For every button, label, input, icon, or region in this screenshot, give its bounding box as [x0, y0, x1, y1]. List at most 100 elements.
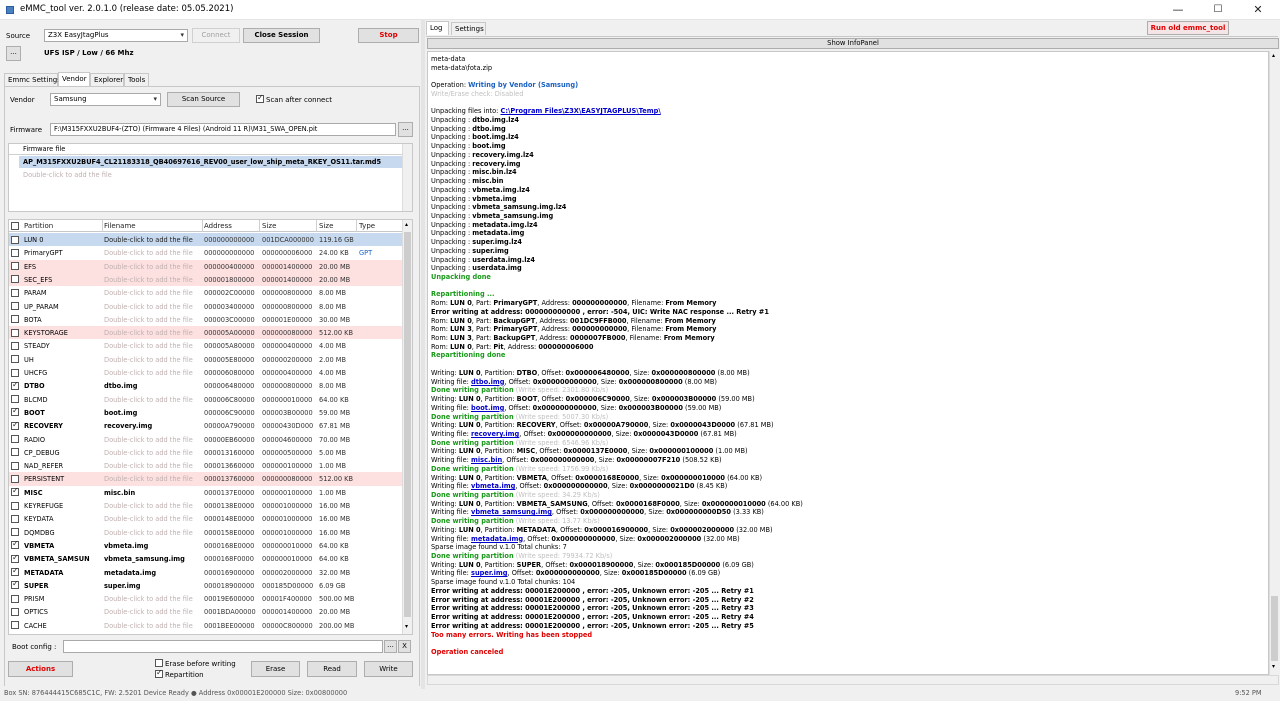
partition-checkbox[interactable]: [11, 474, 19, 483]
partition-filename[interactable]: super.img: [104, 582, 140, 590]
scroll-up-icon[interactable]: ▴: [405, 221, 408, 228]
partition-row[interactable]: BOTA Double-click to add the file 000003C0…: [9, 313, 402, 326]
partition-filename[interactable]: Double-click to add the file: [104, 303, 193, 311]
partition-filename[interactable]: Double-click to add the file: [104, 515, 193, 523]
run-old-emmc-tool-button[interactable]: Run old emmc_tool: [1147, 21, 1229, 35]
partition-row[interactable]: NAD_REFER Double-click to add the file 000…: [9, 459, 402, 472]
partition-row[interactable]: PARAM Double-click to add the file 000002C…: [9, 286, 402, 299]
partition-row[interactable]: PERSISTENT Double-click to add the file 00…: [9, 472, 402, 486]
stop-button[interactable]: Stop: [358, 28, 419, 43]
partition-row[interactable]: METADATA metadata.img 000016900000 00000200…: [9, 566, 402, 579]
vendor-select[interactable]: Samsung ▾: [50, 93, 161, 106]
partition-checkbox[interactable]: [11, 235, 19, 244]
partition-row[interactable]: DTBO dtbo.img 000006480000 000000800000 8.00…: [9, 379, 402, 392]
partition-checkbox[interactable]: [11, 579, 19, 590]
partition-row[interactable]: VBMETA_SAMSUN vbmeta_samsung.img 0000168F0…: [9, 552, 402, 565]
partition-row[interactable]: UP_PARAM Double-click to add the file 0000…: [9, 300, 402, 313]
close-window-button[interactable]: ✕: [1238, 0, 1278, 20]
scroll-down-icon[interactable]: ▾: [1272, 663, 1275, 670]
erase-button[interactable]: Erase: [251, 661, 300, 677]
log-hscrollbar[interactable]: [427, 675, 1279, 685]
partition-filename[interactable]: Double-click to add the file: [104, 236, 193, 244]
boot-config-clear-button[interactable]: X: [398, 640, 411, 653]
partition-row[interactable]: KEYDATA Double-click to add the file 00001…: [9, 512, 402, 525]
partition-row[interactable]: CP_DEBUG Double-click to add the file 0000…: [9, 446, 402, 459]
connect-button[interactable]: Connect: [192, 28, 240, 43]
partition-checkbox[interactable]: [11, 461, 19, 470]
partition-filename[interactable]: metadata.img: [104, 569, 156, 577]
partition-row[interactable]: DQMDBG Double-click to add the file 000015…: [9, 526, 402, 539]
partition-filename[interactable]: Double-click to add the file: [104, 249, 193, 257]
more-button[interactable]: ...: [6, 46, 21, 61]
partition-checkbox[interactable]: [11, 448, 19, 457]
tab-explorer[interactable]: Explorer: [90, 73, 124, 86]
partition-row[interactable]: VBMETA vbmeta.img 0000168E0000 000000010000…: [9, 539, 402, 552]
partition-filename[interactable]: Double-click to add the file: [104, 396, 193, 404]
log-panel[interactable]: meta-data meta-data\fota.zip Operation: Wr…: [427, 51, 1269, 675]
partition-checkbox[interactable]: [11, 486, 19, 497]
partition-filename[interactable]: Double-click to add the file: [104, 356, 193, 364]
partition-checkbox[interactable]: [11, 275, 19, 284]
partition-checkbox[interactable]: [11, 501, 19, 510]
partition-filename[interactable]: Double-click to add the file: [104, 342, 193, 350]
partition-checkbox[interactable]: [11, 380, 19, 390]
partition-checkbox[interactable]: [11, 594, 19, 603]
partition-row[interactable]: SUPER super.img 000018900000 000185D00000 6.…: [9, 579, 402, 592]
partition-row[interactable]: RECOVERY recovery.img 00000A790000 00000430…: [9, 419, 402, 432]
partition-table[interactable]: Partition Filename Address Size Size Typ…: [8, 219, 413, 635]
partition-filename[interactable]: Double-click to add the file: [104, 622, 193, 630]
partition-checkbox[interactable]: [11, 355, 19, 364]
partition-checkbox[interactable]: [11, 341, 19, 350]
partition-row[interactable]: UHCFG Double-click to add the file 0000060…: [9, 366, 402, 379]
scroll-thumb[interactable]: [404, 232, 411, 617]
partition-filename[interactable]: Double-click to add the file: [104, 608, 193, 616]
partition-checkbox[interactable]: [11, 553, 19, 563]
partition-row[interactable]: BLCMD Double-click to add the file 000006C…: [9, 393, 402, 406]
partition-checkbox[interactable]: [11, 288, 19, 297]
write-button[interactable]: Write: [364, 661, 413, 677]
boot-config-field[interactable]: [63, 640, 383, 653]
partition-checkbox[interactable]: [11, 621, 19, 630]
partition-row[interactable]: PRISM Double-click to add the file 00019E6…: [9, 592, 402, 605]
partition-checkbox[interactable]: [11, 528, 19, 537]
partition-row[interactable]: BOOT boot.img 000006C90000 000003B00000 59.0…: [9, 406, 402, 419]
partition-row[interactable]: CACHE Double-click to add the file 0001BEE…: [9, 619, 402, 632]
partition-checkbox[interactable]: [11, 539, 19, 550]
firmware-file-row[interactable]: AP_M315FXXU2BUF4_CL21183318_QB40697616_R…: [19, 156, 402, 168]
partition-row[interactable]: KEYSTORAGE Double-click to add the file 00…: [9, 326, 402, 340]
partition-filename[interactable]: Double-click to add the file: [104, 449, 193, 457]
firmware-add-hint[interactable]: Double-click to add the file: [23, 171, 112, 179]
partition-checkbox[interactable]: [11, 315, 19, 324]
partition-filename[interactable]: Double-click to add the file: [104, 289, 193, 297]
source-select[interactable]: Z3X EasyJtagPlus ▾: [44, 29, 188, 42]
partition-filename[interactable]: boot.img: [104, 409, 137, 417]
partition-filename[interactable]: Double-click to add the file: [104, 502, 193, 510]
partition-filename[interactable]: Double-click to add the file: [104, 369, 193, 377]
partition-checkbox[interactable]: [11, 435, 19, 443]
partition-filename[interactable]: Double-click to add the file: [104, 462, 193, 470]
tab-vendor[interactable]: Vendor: [58, 72, 90, 86]
firmware-list-scrollbar[interactable]: [402, 144, 412, 211]
scan-source-button[interactable]: Scan Source: [167, 92, 240, 107]
partition-checkbox[interactable]: [11, 406, 19, 417]
splitter[interactable]: [421, 20, 425, 689]
select-all-checkbox[interactable]: [11, 221, 19, 230]
partition-row[interactable]: OPTICS Double-click to add the file 0001BD…: [9, 605, 402, 618]
log-scrollbar[interactable]: ▴ ▾: [1269, 51, 1279, 675]
partition-row[interactable]: EFS Double-click to add the file 000000400…: [9, 259, 402, 273]
partition-checkbox[interactable]: [11, 420, 19, 430]
partition-filename[interactable]: Double-click to add the file: [104, 475, 193, 483]
partition-filename[interactable]: Double-click to add the file: [104, 436, 193, 444]
scroll-down-icon[interactable]: ▾: [405, 623, 408, 630]
actions-button[interactable]: Actions: [8, 661, 73, 677]
partition-row[interactable]: LUN 0 Double-click to add the file 0000000…: [9, 233, 402, 247]
partition-filename[interactable]: Double-click to add the file: [104, 595, 193, 603]
firmware-path-field[interactable]: F:\M315FXXU2BUF4-(ZTO) (Firmware 4 Files…: [50, 123, 396, 136]
tab-emmc-settings[interactable]: Emmc Settings: [4, 73, 61, 86]
log-scroll-thumb[interactable]: [1271, 596, 1278, 661]
partition-filename[interactable]: Double-click to add the file: [104, 529, 193, 537]
partition-checkbox[interactable]: [11, 368, 19, 377]
partition-checkbox[interactable]: [11, 395, 19, 404]
partition-checkbox[interactable]: [11, 302, 19, 310]
partition-filename[interactable]: recovery.img: [104, 422, 152, 430]
